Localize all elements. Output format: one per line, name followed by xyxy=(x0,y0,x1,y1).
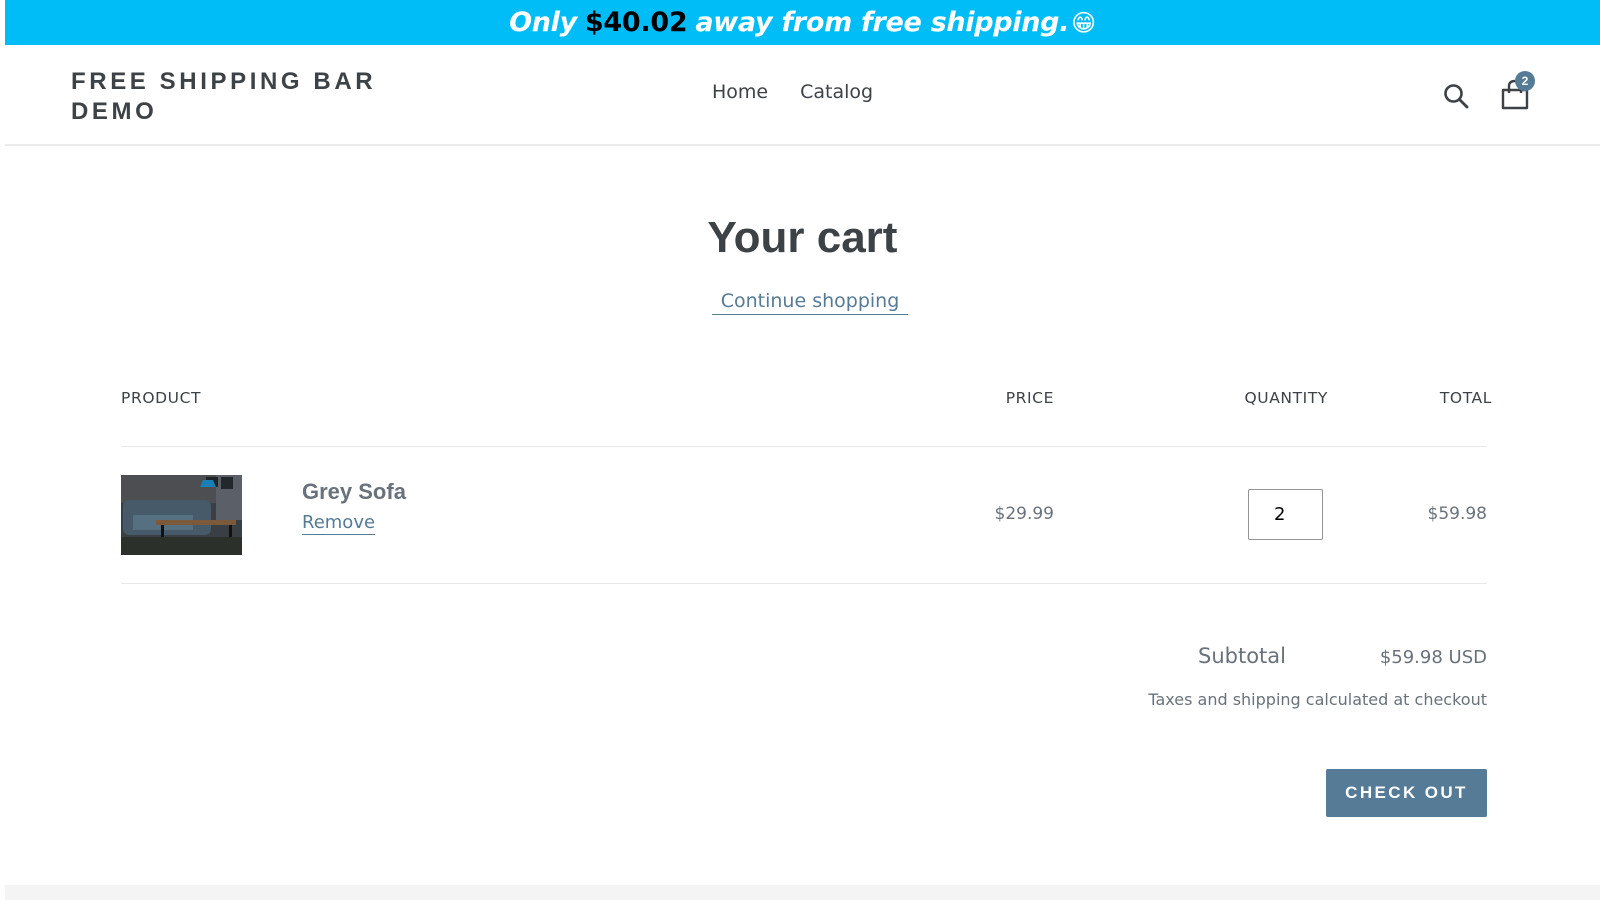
search-button[interactable] xyxy=(1442,82,1470,110)
tax-note: Taxes and shipping calculated at checkou… xyxy=(1148,690,1487,709)
product-image[interactable] xyxy=(121,475,242,555)
cart-count-badge: 2 xyxy=(1515,71,1535,91)
quantity-input[interactable] xyxy=(1248,489,1323,540)
announcement-prefix: Only xyxy=(509,7,577,38)
page: Only $40.02 away from free shipping. 😁 F… xyxy=(5,0,1600,900)
announcement-amount: $40.02 xyxy=(584,7,688,38)
product-name[interactable]: Grey Sofa xyxy=(302,479,406,505)
table-divider xyxy=(121,583,1487,584)
item-total: $59.98 xyxy=(1427,504,1487,524)
nav-item-catalog[interactable]: Catalog xyxy=(800,81,873,103)
table-divider xyxy=(121,446,1487,447)
search-icon xyxy=(1444,84,1469,109)
subtotal-value: $59.98 USD xyxy=(1379,647,1487,668)
announcement-suffix: away from free shipping. xyxy=(695,7,1070,38)
nav-item-home[interactable]: Home xyxy=(712,81,768,103)
column-header-product: PRODUCT xyxy=(121,389,202,407)
site-header: FREE SHIPPING BAR DEMO Home Catalog 2 xyxy=(5,45,1600,146)
site-footer xyxy=(5,885,1600,900)
column-header-total: TOTAL xyxy=(1439,389,1492,407)
free-shipping-bar: Only $40.02 away from free shipping. 😁 xyxy=(5,0,1600,45)
column-header-quantity: QUANTITY xyxy=(1244,389,1328,407)
grinning-face-icon: 😁 xyxy=(1071,8,1096,37)
page-title: Your cart xyxy=(707,213,898,262)
site-logo[interactable]: FREE SHIPPING BAR DEMO xyxy=(71,67,391,127)
item-price: $29.99 xyxy=(994,504,1054,524)
checkout-button[interactable]: CHECK OUT xyxy=(1326,769,1487,817)
sofa-photo-icon xyxy=(121,475,242,555)
continue-shopping-link[interactable]: Continue shopping xyxy=(712,290,908,315)
column-header-price: PRICE xyxy=(1005,389,1054,407)
remove-item-link[interactable]: Remove xyxy=(302,512,376,535)
subtotal-label: Subtotal xyxy=(1198,644,1286,668)
main-nav: Home Catalog xyxy=(712,81,873,103)
